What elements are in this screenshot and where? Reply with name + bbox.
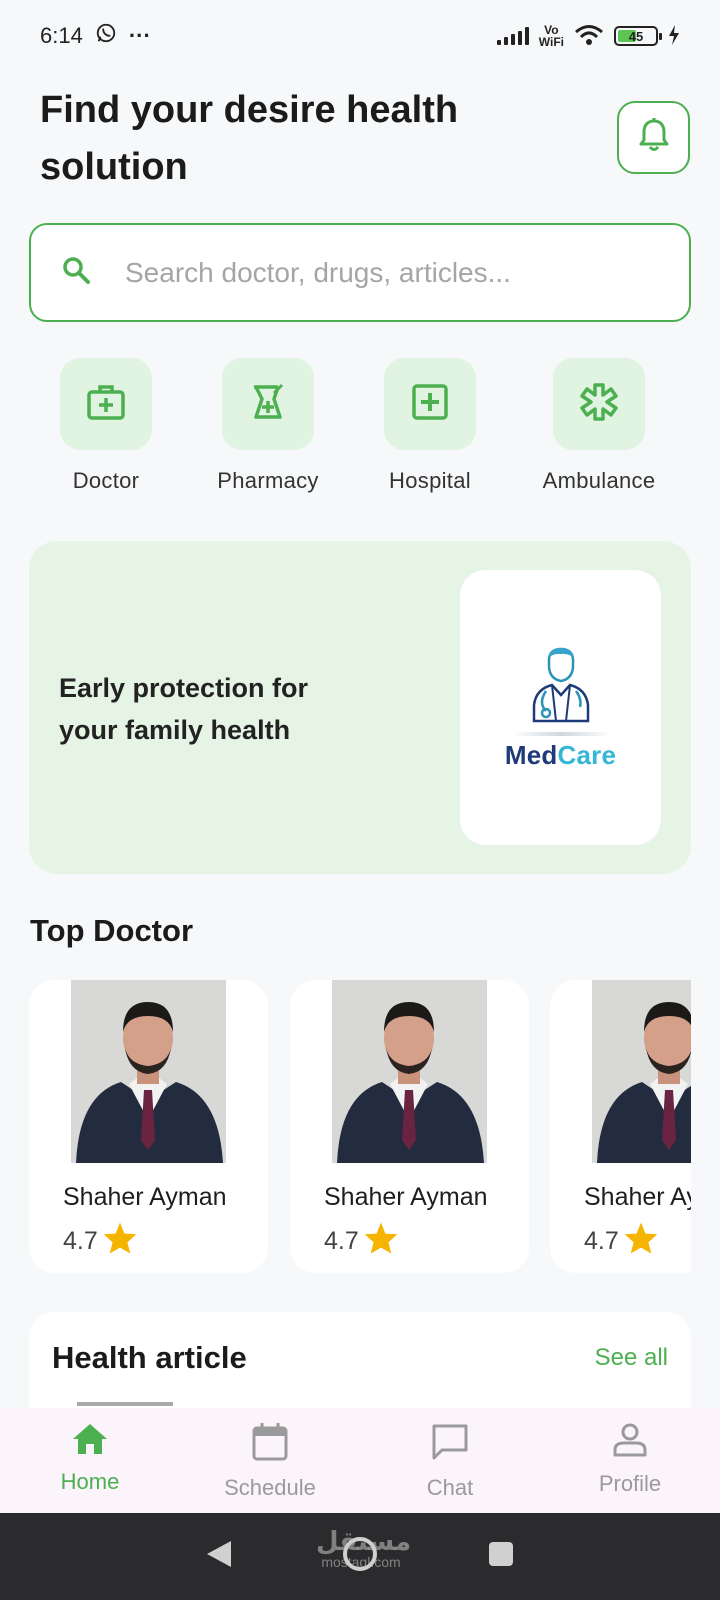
star-icon [623, 1221, 659, 1262]
watermark: مستقل mostaql.com [316, 1526, 412, 1570]
category-label: Pharmacy [217, 468, 319, 493]
status-bar: 6:14 ··· Vo WiFi 45 [0, 0, 720, 72]
vowifi-indicator: Vo WiFi [538, 23, 564, 49]
doctor-name: Shaher Ayman [584, 1183, 691, 1211]
medcare-logo: MedCare [504, 739, 617, 770]
category-doctor[interactable]: Doctor [36, 358, 176, 494]
home-icon [71, 1422, 109, 1461]
nav-label: Schedule [224, 1475, 316, 1500]
search-bar[interactable] [29, 223, 691, 322]
back-icon[interactable] [205, 1539, 233, 1574]
category-label: Hospital [389, 468, 471, 493]
nav-label: Home [60, 1469, 120, 1494]
top-doctor-title: Top Doctor [30, 913, 194, 948]
doctor-photo [71, 980, 226, 1163]
notification-button[interactable] [617, 101, 690, 174]
search-input[interactable] [125, 256, 645, 289]
star-icon [363, 1221, 399, 1262]
chat-icon [430, 1422, 470, 1467]
battery-icon: 45 [614, 26, 662, 46]
star-icon [102, 1221, 138, 1262]
doctor-photo [592, 980, 691, 1163]
calendar-icon [251, 1422, 289, 1467]
status-time: 6:14 [40, 23, 83, 48]
recents-icon[interactable] [487, 1540, 515, 1573]
category-pharmacy[interactable]: Pharmacy [198, 358, 338, 494]
doctor-name: Shaher Ayman [324, 1183, 488, 1211]
doctor-carousel[interactable]: Shaher Ayman 4.7 Shaher Ayman 4.7 Shaher… [0, 980, 691, 1273]
medical-bag-icon [86, 383, 126, 426]
whatsapp-icon [95, 22, 117, 50]
asterisk-icon [579, 382, 619, 427]
page-title: Find your desire health solution [40, 89, 459, 188]
health-article-title: Health article [52, 1340, 247, 1375]
bell-icon [637, 117, 671, 158]
doctor-photo [332, 980, 487, 1163]
nav-profile[interactable]: Profile [540, 1408, 720, 1513]
doctor-avatar-icon [526, 645, 596, 730]
category-label: Doctor [72, 468, 140, 493]
banner-text: Early protection for your family health [59, 673, 309, 745]
see-all-link[interactable]: See all [595, 1344, 668, 1372]
nav-label: Chat [426, 1475, 474, 1500]
doctor-card[interactable]: Shaher Ayman 4.7 [290, 980, 529, 1273]
doctor-name: Shaher Ayman [63, 1183, 227, 1211]
signal-icon [496, 27, 529, 45]
category-hospital[interactable]: Hospital [360, 358, 500, 494]
bottom-navigation: Home Schedule Chat Profile [0, 1408, 720, 1513]
nav-chat[interactable]: Chat [360, 1408, 540, 1513]
profile-icon [612, 1422, 648, 1463]
charging-icon [668, 24, 680, 48]
wifi-icon [574, 24, 604, 49]
pharmacy-icon [248, 383, 288, 426]
category-label: Ambulance [542, 468, 656, 493]
promo-banner[interactable]: Early protection for your family health … [29, 541, 691, 874]
category-ambulance[interactable]: Ambulance [529, 358, 669, 494]
more-notifications-icon: ··· [128, 23, 151, 48]
hospital-icon [411, 383, 449, 426]
nav-schedule[interactable]: Schedule [180, 1408, 360, 1513]
doctor-card[interactable]: Shaher Ayman 4.7 [550, 980, 691, 1273]
nav-home[interactable]: Home [0, 1408, 180, 1513]
doctor-rating: 4.7 [584, 1221, 659, 1262]
article-thumbnail[interactable] [77, 1402, 173, 1406]
nav-label: Profile [598, 1471, 662, 1496]
doctor-rating: 4.7 [324, 1221, 399, 1262]
doctor-rating: 4.7 [63, 1221, 138, 1262]
search-icon [61, 255, 91, 290]
banner-logo-card: MedCare [460, 570, 661, 845]
doctor-card[interactable]: Shaher Ayman 4.7 [29, 980, 268, 1273]
